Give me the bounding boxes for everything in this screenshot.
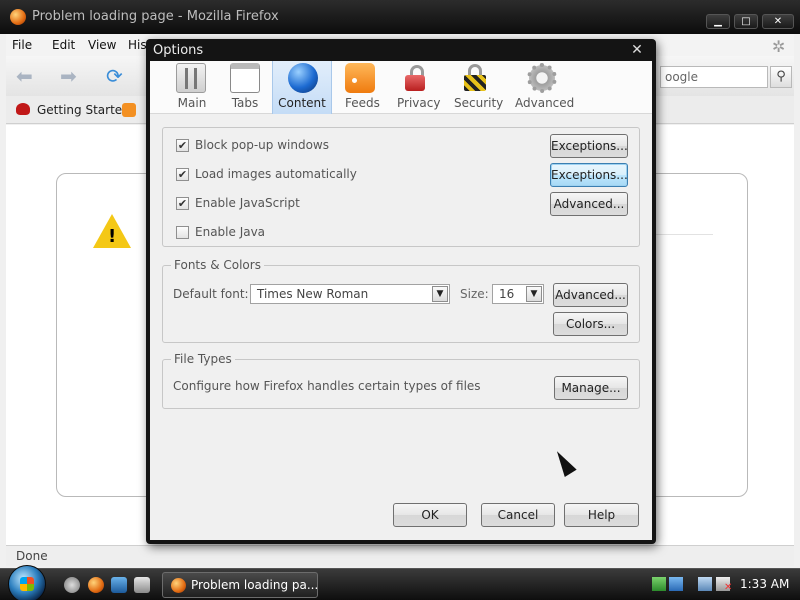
default-font-label: Default font:: [173, 287, 249, 301]
firefox-titlebar: Problem loading page - Mozilla Firefox ▁…: [0, 0, 800, 34]
manage-file-types-button[interactable]: Manage...: [554, 376, 628, 400]
tray-icon[interactable]: [669, 577, 683, 591]
enable-java-checkbox[interactable]: [176, 226, 189, 239]
menu-edit[interactable]: Edit: [52, 38, 75, 52]
file-types-description: Configure how Firefox handles certain ty…: [173, 379, 481, 393]
font-size-value: 16: [499, 287, 515, 301]
mute-icon: ✕: [724, 582, 733, 593]
pane-feeds[interactable]: Feeds: [345, 61, 380, 114]
privacy-lock-icon: [401, 63, 431, 93]
load-images-checkbox[interactable]: ✔: [176, 168, 189, 181]
fonts-colors-legend: Fonts & Colors: [171, 258, 264, 272]
options-dialog: Options ✕ Main Tabs Content Feeds Privac…: [146, 39, 656, 544]
cancel-button[interactable]: Cancel: [481, 503, 555, 527]
dialog-body: Main Tabs Content Feeds Privacy Security…: [150, 61, 652, 540]
pane-label: Content: [278, 96, 326, 110]
popup-exceptions-button[interactable]: Exceptions...: [550, 134, 628, 158]
fonts-advanced-button[interactable]: Advanced...: [553, 283, 628, 307]
enable-java-label[interactable]: Enable Java: [195, 225, 265, 239]
pane-toolbar: Main Tabs Content Feeds Privacy Security…: [150, 61, 652, 114]
quicklaunch-icon[interactable]: [64, 577, 80, 593]
font-size-label: Size:: [460, 287, 489, 301]
pane-privacy[interactable]: Privacy: [397, 61, 441, 114]
back-arrow-icon[interactable]: ⬅: [16, 64, 33, 88]
block-popups-label[interactable]: Block pop-up windows: [195, 138, 329, 152]
firefox-quicklaunch-icon[interactable]: [88, 577, 104, 593]
network-icon[interactable]: [698, 577, 712, 591]
help-button[interactable]: Help: [564, 503, 639, 527]
load-images-label[interactable]: Load images automatically: [195, 167, 357, 181]
fonts-colors-group: Fonts & Colors Default font: Times New R…: [162, 258, 640, 343]
file-types-legend: File Types: [171, 352, 235, 366]
menu-history[interactable]: His: [128, 38, 147, 52]
window-title: Problem loading page - Mozilla Firefox: [32, 9, 279, 24]
throbber-icon: ✲: [772, 37, 786, 56]
chevron-down-icon[interactable]: ▼: [526, 286, 542, 302]
taskbar: Problem loading pa... ✕ 1:33 AM: [0, 565, 800, 600]
minimize-button[interactable]: ▁: [706, 14, 730, 29]
menu-view[interactable]: View: [88, 38, 116, 52]
getting-started-icon: [16, 103, 30, 115]
menu-file[interactable]: File: [12, 38, 32, 52]
search-input[interactable]: oogle: [660, 66, 768, 88]
security-lock-icon: [460, 63, 490, 93]
warning-exclamation: !: [108, 226, 117, 247]
pane-main[interactable]: Main: [164, 61, 220, 114]
forward-arrow-icon[interactable]: ➡: [60, 64, 77, 88]
firefox-icon: [171, 578, 186, 593]
colors-button[interactable]: Colors...: [553, 312, 628, 336]
block-popups-checkbox[interactable]: ✔: [176, 139, 189, 152]
rss-icon[interactable]: [122, 103, 136, 117]
default-font-value: Times New Roman: [257, 287, 369, 301]
pane-label: Feeds: [345, 96, 380, 110]
pane-tabs[interactable]: Tabs: [222, 61, 268, 114]
advanced-gear-icon: [527, 63, 557, 93]
lock-body: [464, 75, 486, 91]
pane-label: Security: [454, 96, 504, 110]
enable-js-checkbox[interactable]: ✔: [176, 197, 189, 210]
font-size-select[interactable]: 16 ▼: [492, 284, 544, 304]
search-icon[interactable]: ⚲: [770, 66, 792, 88]
enable-js-label[interactable]: Enable JavaScript: [195, 196, 300, 210]
maximize-button[interactable]: □: [734, 14, 758, 29]
pane-label: Advanced: [515, 96, 575, 110]
feeds-icon: [345, 63, 375, 93]
main-icon: [176, 63, 206, 93]
ok-button[interactable]: OK: [393, 503, 467, 527]
clock[interactable]: 1:33 AM: [740, 577, 789, 591]
pane-label: Privacy: [397, 96, 441, 110]
status-text: Done: [16, 549, 48, 563]
status-bar: Done: [6, 545, 794, 566]
pane-advanced[interactable]: Advanced: [515, 61, 575, 114]
content-globe-icon: [288, 63, 318, 93]
close-window-button[interactable]: ✕: [762, 14, 794, 29]
lock-body: [405, 75, 425, 91]
pane-content[interactable]: Content: [272, 61, 332, 114]
tray-icon[interactable]: [652, 577, 666, 591]
tabs-icon: [230, 63, 260, 93]
images-exceptions-button[interactable]: Exceptions...: [550, 163, 628, 187]
javascript-advanced-button[interactable]: Advanced...: [550, 192, 628, 216]
taskbar-item-label: Problem loading pa...: [191, 578, 319, 592]
file-types-group: File Types Configure how Firefox handles…: [162, 352, 640, 409]
switch-windows-icon[interactable]: [134, 577, 150, 593]
show-desktop-icon[interactable]: [111, 577, 127, 593]
default-font-select[interactable]: Times New Roman ▼: [250, 284, 450, 304]
pane-security[interactable]: Security: [454, 61, 504, 114]
pane-label: Main: [177, 96, 207, 110]
content-general-group: ✔ Block pop-up windows ✔ Load images aut…: [162, 127, 640, 247]
start-button[interactable]: [8, 565, 46, 600]
dialog-title: Options: [153, 43, 204, 58]
reload-icon[interactable]: ⟳: [106, 64, 123, 88]
bookmark-getting-started[interactable]: Getting Started: [37, 103, 130, 117]
chevron-down-icon[interactable]: ▼: [432, 286, 448, 302]
pane-label: Tabs: [231, 96, 259, 110]
firefox-icon: [10, 9, 26, 25]
close-icon[interactable]: ✕: [626, 42, 648, 58]
taskbar-firefox-item[interactable]: Problem loading pa...: [162, 572, 318, 598]
